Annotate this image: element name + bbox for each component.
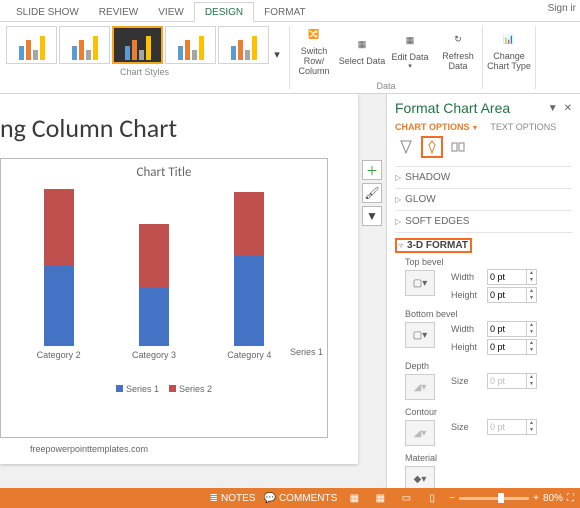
styles-more[interactable]: ▾ — [271, 26, 283, 64]
top-bevel-width[interactable] — [487, 269, 527, 285]
depth-label: Depth — [405, 361, 429, 371]
category-label: Category 2 — [37, 350, 81, 360]
fit-to-window[interactable]: ⛶ — [567, 493, 574, 504]
chart-area[interactable]: Chart Title Category 2Category 3Category… — [0, 158, 328, 438]
status-bar: ≣ NOTES 💬 COMMENTS ▦ ▦ ▭ ▯ − + 80% ⛶ — [0, 488, 580, 508]
chart-styles-button[interactable]: 🖌 — [362, 183, 382, 203]
material-picker[interactable]: ◆▾ — [405, 466, 435, 488]
style-thumb[interactable] — [59, 26, 110, 64]
material-label: Material — [405, 453, 437, 463]
3d-format-section[interactable]: ▿3-D FORMAT — [395, 238, 572, 253]
tab-format[interactable]: FORMAT — [254, 3, 315, 21]
tab-slide-show[interactable]: SLIDE SHOW — [6, 3, 89, 21]
bottom-bevel-width[interactable] — [487, 321, 527, 337]
chart-options-tab[interactable]: CHART OPTIONS — [395, 122, 478, 132]
group-label-styles: Chart Styles — [6, 67, 283, 77]
soft-edges-section[interactable]: ▷SOFT EDGES — [395, 216, 572, 227]
chart-plot[interactable] — [1, 186, 327, 346]
shadow-section[interactable]: ▷SHADOW — [395, 172, 572, 183]
chart-styles-gallery[interactable]: ▾ — [6, 26, 283, 64]
category-label: Category 4 — [227, 350, 271, 360]
zoom-in[interactable]: + — [533, 493, 539, 504]
contour-color-picker[interactable]: ◢▾ — [405, 420, 435, 446]
chart-elements-button[interactable]: ＋ — [362, 160, 382, 180]
top-bevel-picker[interactable]: ▢▾ — [405, 270, 435, 296]
series-axis-label: Series 1 — [290, 347, 323, 357]
category-labels: Category 2 Category 3 Category 4 — [1, 346, 327, 360]
category-label: Category 3 — [132, 350, 176, 360]
zoom-level[interactable]: 80% — [543, 493, 563, 504]
format-pane: Format Chart Area ▼ ✕ CHART OPTIONS TEXT … — [386, 94, 580, 488]
chart-column[interactable] — [44, 189, 74, 346]
sorter-view[interactable]: ▦ — [371, 491, 389, 505]
slide-footer: freepowerpointtemplates.com — [30, 444, 148, 454]
top-bevel-height[interactable] — [487, 287, 527, 303]
size-properties-icon[interactable] — [447, 136, 469, 158]
refresh-data-button[interactable]: ↻Refresh Data — [434, 22, 482, 80]
zoom-slider[interactable] — [459, 497, 529, 500]
slide-canvas[interactable]: ng Column Chart Chart Title Category 2Ca… — [0, 94, 386, 488]
tab-design[interactable]: DESIGN — [194, 2, 254, 22]
bottom-bevel-height[interactable] — [487, 339, 527, 355]
pane-menu[interactable]: ▼ — [548, 103, 558, 114]
chart-title[interactable]: Chart Title — [1, 159, 327, 186]
pane-title: Format Chart Area — [395, 100, 510, 116]
change-chart-type-button[interactable]: 📊Change Chart Type — [483, 22, 535, 80]
text-options-tab[interactable]: TEXT OPTIONS — [490, 122, 556, 132]
contour-label: Contour — [405, 407, 437, 417]
slide-title[interactable]: ng Column Chart — [0, 112, 177, 144]
style-thumb[interactable] — [6, 26, 57, 64]
depth-size[interactable] — [487, 373, 527, 389]
chart-column[interactable] — [234, 192, 264, 346]
fill-line-icon[interactable] — [395, 136, 417, 158]
chart-legend[interactable]: Series 1 Series 2 — [1, 384, 327, 394]
effects-icon[interactable] — [421, 136, 443, 158]
select-data-button[interactable]: ▦Select Data — [338, 22, 386, 80]
bottom-bevel-picker[interactable]: ▢▾ — [405, 322, 435, 348]
style-thumb[interactable] — [165, 26, 216, 64]
pane-close[interactable]: ✕ — [564, 103, 572, 114]
sign-in-link[interactable]: Sign ir — [548, 3, 576, 14]
slide[interactable]: ng Column Chart Chart Title Category 2Ca… — [0, 94, 358, 464]
ribbon: ▾ Chart Styles 🔀Switch Row/ Column ▦Sele… — [0, 22, 580, 94]
edit-data-button[interactable]: ▦Edit Data▾ — [386, 22, 434, 80]
style-thumb[interactable] — [218, 26, 269, 64]
style-thumb-selected[interactable] — [112, 26, 163, 64]
glow-section[interactable]: ▷GLOW — [395, 194, 572, 205]
slideshow-view[interactable]: ▯ — [423, 491, 441, 505]
normal-view[interactable]: ▦ — [345, 491, 363, 505]
top-bevel-label: Top bevel — [405, 257, 444, 267]
comments-button[interactable]: 💬 COMMENTS — [264, 493, 338, 504]
switch-row-column-button[interactable]: 🔀Switch Row/ Column — [290, 22, 338, 80]
bottom-bevel-label: Bottom bevel — [405, 309, 458, 319]
ribbon-tabs: SLIDE SHOW REVIEW VIEW DESIGN FORMAT — [0, 0, 580, 22]
chart-filters-button[interactable]: ▼ — [362, 206, 382, 226]
tab-review[interactable]: REVIEW — [89, 3, 148, 21]
zoom-out[interactable]: − — [449, 493, 455, 504]
reading-view[interactable]: ▭ — [397, 491, 415, 505]
contour-size[interactable] — [487, 419, 527, 435]
group-label-data: Data — [290, 81, 482, 91]
notes-button[interactable]: ≣ NOTES — [210, 493, 256, 504]
chart-column[interactable] — [139, 224, 169, 346]
tab-view[interactable]: VIEW — [148, 3, 194, 21]
depth-color-picker[interactable]: ◢▾ — [405, 374, 435, 400]
